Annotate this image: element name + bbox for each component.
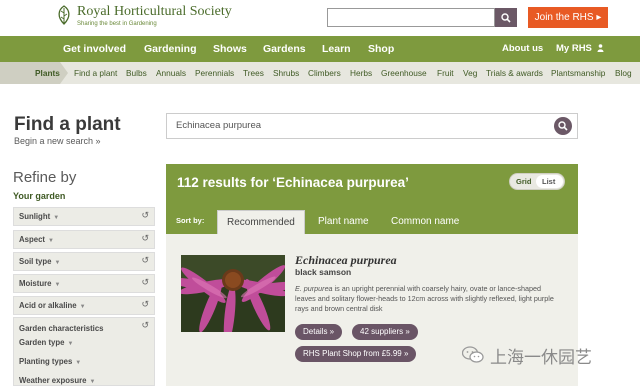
chevron-down-icon: ▼	[75, 360, 82, 366]
subnav-trials-awards[interactable]: Trials & awards	[486, 62, 543, 84]
subnav-fruit[interactable]: Fruit	[437, 62, 454, 84]
filter-planting-types[interactable]: Planting types ▼	[19, 357, 81, 366]
reset-icon[interactable]: ↺	[141, 210, 149, 221]
plant-search-field[interactable]: Echinacea purpurea	[166, 113, 578, 139]
plant-desc-species: E. purpurea	[295, 284, 333, 293]
nav-gardening[interactable]: Gardening	[144, 36, 197, 62]
plant-search-value: Echinacea purpurea	[176, 120, 262, 131]
echinacea-flower-image	[181, 255, 285, 332]
chevron-down-icon: ▼	[67, 341, 74, 347]
filter-label: Soil type	[19, 257, 52, 266]
wechat-icon	[462, 346, 484, 363]
plant-desc-text: is an upright perennial with coarsely ha…	[295, 284, 554, 313]
sub-nav: Plants Find a plant Bulbs Annuals Perenn…	[0, 62, 640, 84]
your-garden-heading: Your garden	[13, 191, 66, 201]
plant-botanical-name-link[interactable]: Echinacea purpurea	[295, 253, 397, 268]
nav-about-us[interactable]: About us	[502, 36, 543, 62]
subnav-greenhouse[interactable]: Greenhouse	[381, 62, 427, 84]
chevron-down-icon: ▼	[48, 238, 54, 244]
subnav-perennials[interactable]: Perennials	[195, 62, 234, 84]
nav-shows[interactable]: Shows	[213, 36, 247, 62]
plant-description: E. purpurea is an upright perennial with…	[295, 284, 557, 314]
rhs-leaf-logo-icon	[58, 5, 70, 25]
subnav-plants[interactable]: Plants	[35, 62, 60, 84]
nav-gardens[interactable]: Gardens	[263, 36, 306, 62]
chevron-down-icon: ▼	[89, 379, 96, 385]
reset-icon[interactable]: ↺	[141, 233, 149, 244]
subnav-find-a-plant[interactable]: Find a plant	[74, 62, 117, 84]
view-toggle[interactable]: Grid List	[509, 173, 565, 190]
begin-new-search-link[interactable]: Begin a new search »	[14, 136, 101, 146]
chevron-down-icon: ▼	[79, 304, 86, 310]
filter-label: Moisture	[19, 279, 52, 288]
subnav-plantsmanship[interactable]: Plantsmanship	[551, 62, 605, 84]
tab-common-name[interactable]: Common name	[391, 210, 459, 234]
tab-plant-name[interactable]: Plant name	[318, 210, 369, 234]
tab-recommended[interactable]: Recommended	[217, 210, 305, 234]
filter-label: Planting types	[19, 357, 73, 366]
filter-label: Garden type	[19, 338, 65, 347]
plant-search-button[interactable]	[554, 117, 572, 135]
filter-weather-exposure[interactable]: Weather exposure ▼	[19, 376, 95, 385]
subnav-trees[interactable]: Trees	[243, 62, 264, 84]
filter-garden-type[interactable]: Garden type ▼	[19, 338, 73, 347]
subnav-blog[interactable]: Blog	[615, 62, 632, 84]
filter-label: Sunlight	[19, 212, 51, 221]
nav-my-rhs[interactable]: My RHS	[556, 36, 604, 62]
page-title: Find a plant	[14, 114, 121, 135]
filter-acid-or-alkaline[interactable]: Acid or alkaline ▼ ↺	[13, 296, 155, 315]
chevron-down-icon: ▼	[54, 260, 61, 266]
filter-aspect[interactable]: Aspect ▼ ↺	[13, 230, 155, 249]
subnav-shrubs[interactable]: Shrubs	[273, 62, 299, 84]
subnav-herbs[interactable]: Herbs	[350, 62, 372, 84]
rhs-logo[interactable]: Royal Horticultural Society Sharing the …	[55, 4, 232, 28]
header-search-button[interactable]	[495, 8, 517, 27]
search-icon	[501, 12, 511, 23]
user-icon	[597, 44, 604, 52]
filter-soil-type[interactable]: Soil type ▼ ↺	[13, 252, 155, 271]
view-list-option[interactable]: List	[542, 174, 555, 189]
plant-common-name: black samson	[295, 267, 352, 277]
results-count-title: 112 results for ‘Echinacea purpurea’	[177, 175, 409, 190]
site-header: Royal Horticultural Society Sharing the …	[0, 0, 640, 36]
filter-label: Aspect	[19, 235, 45, 244]
subnav-climbers[interactable]: Climbers	[308, 62, 341, 84]
search-icon	[558, 121, 568, 131]
plant-thumbnail[interactable]	[181, 255, 285, 332]
results-header: 112 results for ‘Echinacea purpurea’ Gri…	[166, 164, 578, 204]
my-rhs-label: My RHS	[556, 43, 592, 54]
filter-label: Weather exposure	[19, 376, 87, 385]
sort-bar: Sort by: Recommended Plant name Common n…	[166, 204, 578, 234]
filter-moisture[interactable]: Moisture ▼ ↺	[13, 274, 155, 293]
main-nav: Get involved Gardening Shows Gardens Lea…	[0, 36, 640, 62]
subnav-bulbs[interactable]: Bulbs	[126, 62, 147, 84]
logo-name: Royal Horticultural Society	[77, 4, 232, 19]
details-button[interactable]: Details »	[295, 324, 343, 340]
filter-garden-characteristics: Garden characteristics ↺ Garden type ▼ Pl…	[13, 317, 155, 386]
watermark-text: 上海一休园艺	[490, 347, 592, 367]
nav-shop[interactable]: Shop	[368, 36, 394, 62]
sort-by-label: Sort by:	[176, 216, 205, 225]
logo-tagline: Sharing the best in Gardening	[77, 21, 157, 27]
nav-learn[interactable]: Learn	[322, 36, 351, 62]
wechat-watermark: 上海一休园艺	[462, 343, 640, 367]
chevron-down-icon: ▼	[54, 282, 61, 288]
rhs-plant-shop-button[interactable]: RHS Plant Shop from £5.99 »	[295, 346, 417, 362]
reset-icon[interactable]: ↺	[141, 277, 149, 288]
view-grid-option[interactable]: Grid	[516, 174, 531, 189]
refine-by-heading: Refine by	[13, 169, 77, 186]
reset-icon[interactable]: ↺	[141, 320, 149, 331]
filter-group-title: Garden characteristics	[19, 324, 104, 333]
reset-icon[interactable]: ↺	[141, 255, 149, 266]
nav-get-involved[interactable]: Get involved	[63, 36, 126, 62]
filter-sunlight[interactable]: Sunlight ▼ ↺	[13, 207, 155, 226]
header-search-input[interactable]	[327, 8, 495, 27]
suppliers-button[interactable]: 42 suppliers »	[352, 324, 418, 340]
subnav-annuals[interactable]: Annuals	[156, 62, 186, 84]
filter-label: Acid or alkaline	[19, 301, 77, 310]
join-rhs-button[interactable]: Join the RHS ▸	[528, 7, 608, 28]
subnav-veg[interactable]: Veg	[463, 62, 477, 84]
reset-icon[interactable]: ↺	[141, 299, 149, 310]
chevron-down-icon: ▼	[53, 215, 60, 221]
